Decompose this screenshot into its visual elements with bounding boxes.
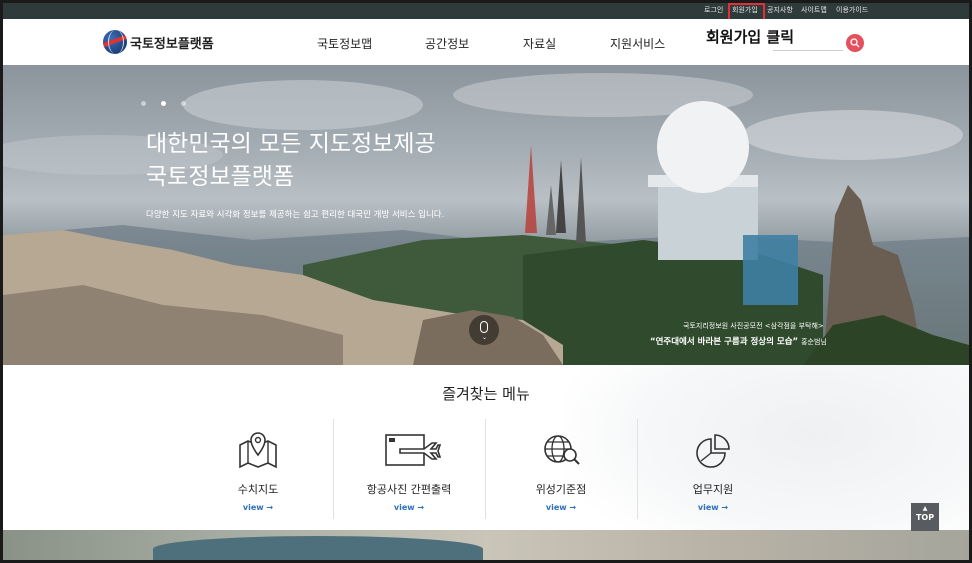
menu-item-label: 위성기준점 [535, 483, 587, 496]
slide-dot[interactable] [181, 101, 187, 106]
pie-chart-icon [696, 434, 730, 468]
hero-title-line2: 국토정보플랫폼 [146, 164, 295, 190]
photo-contest-caption: 국토지리정보원 사진공모전 <삼각점을 부탁해> [683, 322, 824, 330]
scroll-down-button[interactable]: ⌄ [469, 315, 499, 345]
chevron-down-icon: ⌄ [482, 334, 488, 341]
site-brand[interactable]: 국토정보플랫폼 [130, 33, 214, 52]
view-link[interactable]: view → [638, 503, 788, 512]
search-button[interactable] [846, 34, 864, 52]
view-link[interactable]: view → [486, 503, 636, 512]
site-header: 국토정보플랫폼 국토정보맵 공간정보 자료실 지원서비스 회원가입 클릭 [3, 19, 969, 65]
menu-item-label: 수치지도 [237, 483, 279, 496]
nav-item-map[interactable]: 국토정보맵 [317, 35, 372, 52]
hero-banner: 대한민국의 모든 지도정보제공 국토정보플랫폼 다양한 지도 자료와 시각화 정… [3, 65, 969, 365]
nav-item-archive[interactable]: 자료실 [523, 35, 556, 52]
scroll-to-top-button[interactable]: ▲ TOP [911, 503, 939, 531]
hero-title: 대한민국의 모든 지도정보제공 국토정보플랫폼 [146, 128, 506, 194]
section-title: 즐겨찾는 메뉴 [442, 385, 530, 403]
notice-link[interactable]: 공지사항 [767, 5, 793, 15]
menu-item-digital-map[interactable]: 수치지도 view → [183, 417, 333, 523]
globe-search-icon [544, 435, 580, 465]
login-link[interactable]: 로그인 [704, 5, 723, 15]
nav-item-support[interactable]: 지원서비스 [610, 35, 665, 52]
river-shape [153, 536, 483, 560]
hero-subtitle: 다양한 지도 자료와 시각화 정보를 제공하는 쉽고 편리한 대국민 개방 서비… [146, 210, 445, 220]
menu-item-aerial-photo[interactable]: 항공사진 간편출력 view → [334, 417, 484, 523]
menu-item-label: 업무지원 [692, 483, 734, 496]
slide-dot[interactable] [141, 101, 146, 106]
airplane-icon [385, 434, 442, 466]
favorite-menu-section: 즐겨찾는 메뉴 수치지도 view → 항공사진 간편출력 view → 위성기… [3, 365, 969, 530]
map-pin-icon [239, 432, 277, 469]
hero-title-line1: 대한민국의 모든 지도정보제공 [146, 131, 436, 157]
chevron-up-icon: ▲ [922, 505, 928, 512]
browser-page: 로그인 회원가입 공지사항 사이트맵 이용가이드 국토정보플랫폼 국토정보맵 공… [3, 3, 969, 560]
photo-author: 홍순범님 [801, 338, 827, 346]
guide-link[interactable]: 이용가이드 [836, 5, 868, 15]
menu-item-label: 항공사진 간편출력 [366, 483, 452, 496]
map-background-strip [3, 530, 969, 560]
utility-bar: 로그인 회원가입 공지사항 사이트맵 이용가이드 [3, 3, 969, 19]
top-button-label: TOP [915, 513, 935, 522]
menu-item-work-support[interactable]: 업무지원 view → [638, 417, 788, 523]
slide-indicators [141, 91, 196, 110]
search-icon [850, 38, 860, 48]
view-link[interactable]: view → [183, 503, 333, 512]
annotation-callout: 회원가입 클릭 [706, 28, 795, 46]
sitemap-link[interactable]: 사이트맵 [801, 5, 827, 15]
mouse-icon [480, 321, 488, 333]
view-link[interactable]: view → [334, 503, 484, 512]
slide-dot-active[interactable] [161, 101, 167, 106]
nav-item-spatial[interactable]: 공간정보 [425, 35, 469, 52]
photo-title: “연주대에서 바라본 구름과 정상의 모습” 홍순범님 [650, 335, 827, 347]
menu-item-satellite-point[interactable]: 위성기준점 view → [486, 417, 636, 523]
globe-logo-icon[interactable] [103, 30, 127, 54]
photo-title-text: “연주대에서 바라본 구름과 정상의 모습” [650, 337, 799, 347]
